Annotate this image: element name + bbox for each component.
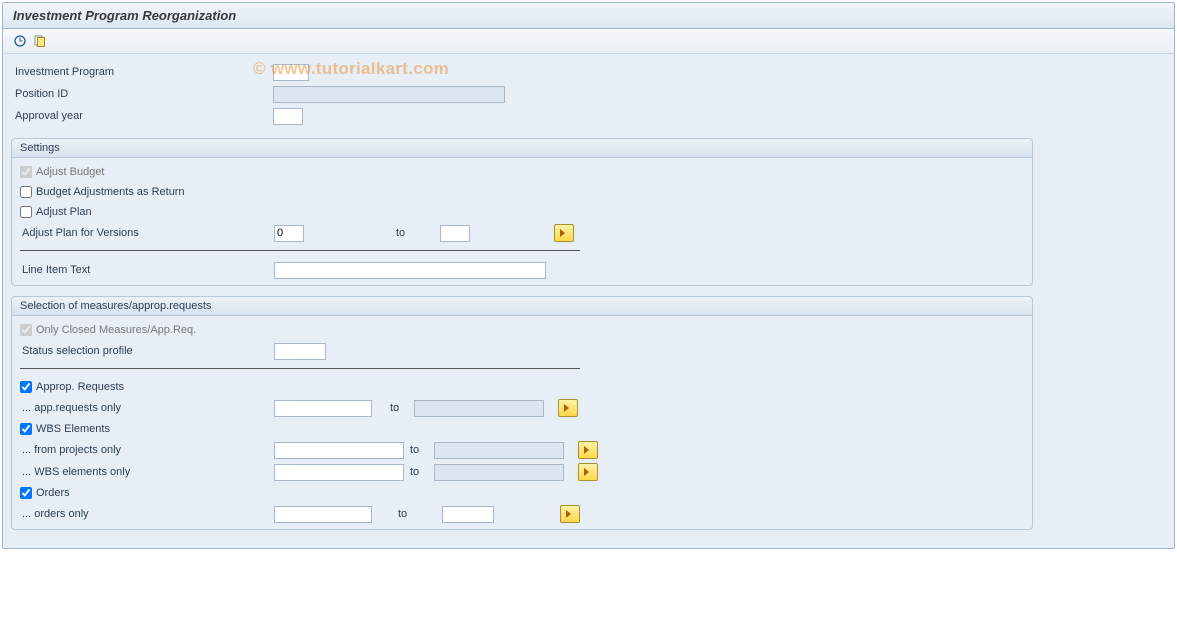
execute-icon[interactable] [11,32,29,50]
adjust-plan-versions-to-label: to [396,227,426,239]
get-variant-icon[interactable] [31,32,49,50]
multi-selection-button[interactable] [558,399,578,417]
status-profile-label: Status selection profile [18,345,274,357]
settings-header: Settings [12,139,1032,158]
investment-program-input[interactable] [273,64,309,81]
adjust-plan-checkbox[interactable] [20,206,32,218]
top-fields: Investment Program Position ID Approval … [11,62,1166,126]
title-bar: Investment Program Reorganization [3,3,1174,29]
wbs-only-from-input[interactable] [274,464,404,481]
multi-selection-button[interactable] [560,505,580,523]
wbs-elements-checkbox[interactable] [20,423,32,435]
adjust-plan-label: Adjust Plan [36,206,92,218]
adjust-budget-checkbox [20,166,32,178]
investment-program-label: Investment Program [11,66,273,78]
orders-checkbox[interactable] [20,487,32,499]
approval-year-input[interactable] [273,108,303,125]
adjust-plan-versions-to-input[interactable] [440,225,470,242]
app-requests-from-input[interactable] [274,400,372,417]
wbs-only-to-input[interactable] [434,464,564,481]
multi-selection-button[interactable] [554,224,574,242]
multi-selection-button[interactable] [578,441,598,459]
orders-only-from-input[interactable] [274,506,372,523]
adjust-plan-versions-from-input[interactable] [274,225,304,242]
orders-only-to-input[interactable] [442,506,494,523]
position-id-input[interactable] [273,86,505,103]
app-window: Investment Program Reorganization © www.… [2,2,1175,549]
divider [20,368,580,369]
toolbar: © www.tutorialkart.com [3,29,1174,54]
settings-section: Settings Adjust Budget Budget Adjustment… [11,138,1033,286]
app-requests-only-label: ... app.requests only [18,402,274,414]
wbs-only-label: ... WBS elements only [18,466,274,478]
adjust-plan-versions-label: Adjust Plan for Versions [18,227,274,239]
line-item-text-label: Line Item Text [18,264,274,276]
orders-label: Orders [36,487,70,499]
app-requests-to-input[interactable] [414,400,544,417]
wbs-elements-label: WBS Elements [36,423,110,435]
budget-adj-return-checkbox[interactable] [20,186,32,198]
divider [20,250,580,251]
budget-adj-return-label: Budget Adjustments as Return [36,186,185,198]
only-closed-checkbox [20,324,32,336]
page-title: Investment Program Reorganization [13,8,1164,23]
orders-only-label: ... orders only [18,508,274,520]
adjust-budget-label: Adjust Budget [36,166,105,178]
position-id-label: Position ID [11,88,273,100]
only-closed-label: Only Closed Measures/App.Req. [36,324,196,336]
to-label: to [410,444,428,456]
to-label: to [390,402,408,414]
content-area: Investment Program Position ID Approval … [3,54,1174,548]
multi-selection-button[interactable] [578,463,598,481]
selection-header: Selection of measures/approp.requests [12,297,1032,316]
from-projects-label: ... from projects only [18,444,274,456]
to-label: to [410,466,428,478]
from-projects-to-input[interactable] [434,442,564,459]
status-profile-input[interactable] [274,343,326,360]
from-projects-from-input[interactable] [274,442,404,459]
approp-requests-label: Approp. Requests [36,381,124,393]
approp-requests-checkbox[interactable] [20,381,32,393]
selection-section: Selection of measures/approp.requests On… [11,296,1033,530]
approval-year-label: Approval year [11,110,273,122]
to-label: to [398,508,428,520]
line-item-text-input[interactable] [274,262,546,279]
